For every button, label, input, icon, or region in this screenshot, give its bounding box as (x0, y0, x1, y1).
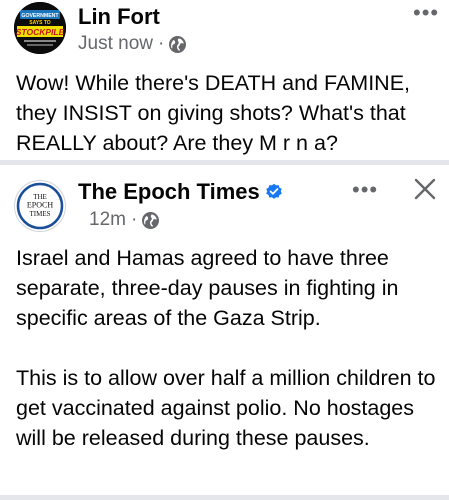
avatar-line-2: EPOCH (27, 201, 53, 210)
more-options-icon[interactable]: ••• (413, 2, 439, 24)
avatar-text-main: STOCKPILE (16, 27, 65, 37)
avatar-text-top: GOVERNMENT (21, 13, 59, 19)
avatar[interactable]: GOVERNMENT SAYS TO STOCKPILE (14, 2, 66, 54)
post-lin-fort: GOVERNMENT SAYS TO STOCKPILE Lin Fort Ju… (0, 0, 449, 160)
post-author-name[interactable]: Lin Fort (78, 4, 160, 30)
globe-icon[interactable] (142, 211, 160, 229)
avatar-text-mid: SAYS TO (29, 20, 51, 26)
globe-icon[interactable] (169, 35, 187, 53)
post-author-name[interactable]: The Epoch Times (78, 179, 283, 205)
post-epoch-times: THE EPOCH TIMES The Epoch Times 12m · ••… (0, 165, 449, 495)
avatar-line-3: TIMES (30, 210, 51, 218)
post-meta: 12m · (89, 209, 160, 231)
avatar-image: THE EPOCH TIMES (16, 182, 64, 230)
post-timestamp[interactable]: Just now (78, 33, 153, 55)
verified-badge-icon (266, 183, 282, 199)
post-meta: Just now · (78, 33, 187, 55)
close-icon[interactable] (413, 177, 437, 201)
post-text: Wow! While there's DEATH and FAMINE, the… (16, 71, 411, 155)
post-text: Israel and Hamas agreed to have three se… (16, 246, 436, 450)
meta-separator: · (130, 209, 138, 230)
meta-separator: · (157, 33, 165, 54)
author-label: The Epoch Times (78, 179, 260, 204)
post-divider (0, 495, 449, 500)
more-options-icon[interactable]: ••• (352, 179, 378, 201)
avatar-image: GOVERNMENT SAYS TO STOCKPILE (14, 2, 66, 54)
post-timestamp[interactable]: 12m (89, 209, 126, 231)
avatar[interactable]: THE EPOCH TIMES (14, 180, 66, 232)
